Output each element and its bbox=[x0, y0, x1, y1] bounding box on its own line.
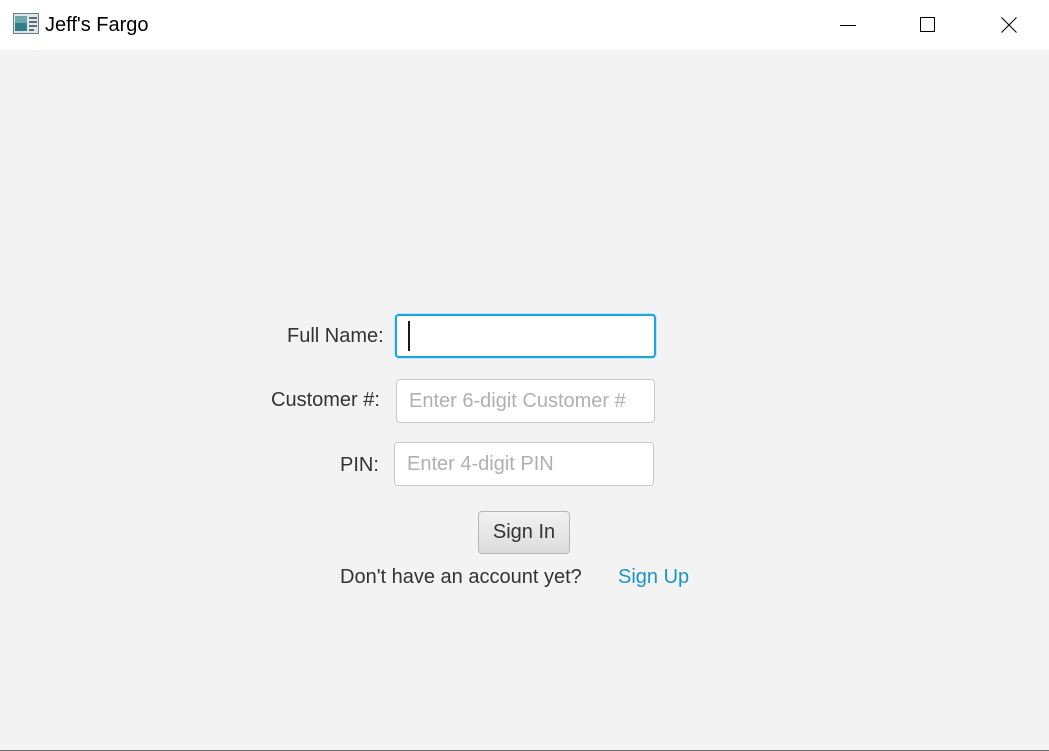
app-window: Jeff's Fargo Full Name: Customer #: PIN:… bbox=[0, 0, 1049, 751]
text-caret bbox=[408, 321, 410, 351]
sign-up-link[interactable]: Sign Up bbox=[618, 565, 689, 589]
close-icon bbox=[1001, 17, 1017, 33]
maximize-button[interactable] bbox=[888, 0, 968, 50]
minimize-button[interactable] bbox=[808, 0, 888, 50]
window-title: Jeff's Fargo bbox=[45, 14, 149, 36]
pin-label: PIN: bbox=[340, 454, 379, 476]
maximize-icon bbox=[920, 17, 935, 32]
full-name-input[interactable] bbox=[395, 314, 656, 358]
minimize-icon bbox=[840, 25, 856, 26]
signup-prompt-text: Don't have an account yet? bbox=[340, 566, 582, 588]
title-bar[interactable]: Jeff's Fargo bbox=[0, 0, 1049, 50]
app-window-icon bbox=[13, 13, 39, 34]
pin-input[interactable] bbox=[394, 442, 654, 486]
close-button[interactable] bbox=[969, 0, 1049, 50]
sign-in-button[interactable]: Sign In bbox=[478, 511, 570, 554]
customer-number-input[interactable] bbox=[396, 379, 655, 423]
customer-number-label: Customer #: bbox=[271, 389, 380, 411]
full-name-label: Full Name: bbox=[287, 325, 384, 347]
